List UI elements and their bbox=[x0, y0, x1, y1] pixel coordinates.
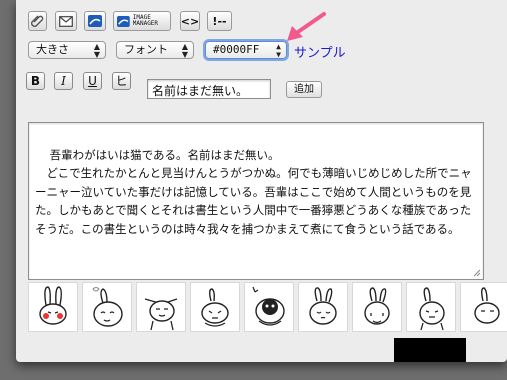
annotation-arrow-icon bbox=[287, 12, 326, 41]
stamp-6[interactable] bbox=[298, 282, 348, 332]
add-button-label: 追加 bbox=[294, 84, 314, 95]
code-label: <> bbox=[180, 14, 200, 28]
stamp-3[interactable] bbox=[136, 282, 186, 332]
stamp-strip bbox=[28, 282, 507, 334]
rabbit-stamp-icon bbox=[39, 286, 67, 325]
comment-label: !-- bbox=[212, 14, 227, 28]
underline-button[interactable]: U bbox=[83, 72, 102, 90]
rabbit-stamp-icon bbox=[201, 288, 229, 327]
text-input-value: 名前はまだ無い。 bbox=[152, 84, 249, 98]
stamp-9[interactable] bbox=[460, 282, 507, 332]
italic-label: I bbox=[61, 74, 66, 88]
rabbit-stamp-icon bbox=[364, 287, 390, 325]
mail-button[interactable] bbox=[55, 11, 77, 31]
resize-grip-icon[interactable] bbox=[473, 269, 481, 277]
rabbit-stamp-icon bbox=[474, 287, 500, 324]
stamp-8[interactable] bbox=[406, 282, 456, 332]
size-select[interactable]: 大きさ ▲ ▼ bbox=[28, 41, 106, 59]
strikethrough-button[interactable]: ヒ bbox=[112, 72, 131, 90]
stamp-4[interactable] bbox=[190, 282, 240, 332]
font-select-value: フォント bbox=[124, 43, 168, 56]
comment-button[interactable]: !-- bbox=[207, 11, 232, 31]
image-manager-icon bbox=[117, 15, 130, 27]
bold-button[interactable]: B bbox=[26, 72, 45, 90]
insert-image-button[interactable] bbox=[84, 11, 106, 31]
code-button[interactable]: <> bbox=[180, 11, 200, 31]
bold-label: B bbox=[30, 74, 41, 88]
strikethrough-label: ヒ bbox=[115, 74, 128, 88]
envelope-icon bbox=[59, 15, 73, 27]
size-select-value: 大きさ bbox=[36, 43, 69, 56]
rabbit-stamp-icon bbox=[252, 286, 285, 326]
editor-text: 吾輩わがはいは猫である。名前はまだ無い。 どこで生れたかとんと見当けんとうがつか… bbox=[35, 147, 472, 236]
stamp-1[interactable] bbox=[28, 282, 78, 332]
stamp-2[interactable] bbox=[82, 282, 132, 332]
attach-button[interactable] bbox=[28, 11, 47, 31]
editor-textarea[interactable]: 吾輩わがはいは猫である。名前はまだ無い。 どこで生れたかとんと見当けんとうがつか… bbox=[28, 122, 484, 280]
select-arrows-icon: ▲ ▼ bbox=[93, 42, 100, 59]
image-manager-label: IMAGE MANAGER bbox=[132, 14, 159, 27]
stamp-5[interactable] bbox=[244, 282, 294, 332]
select-arrows-icon: ▲ ▼ bbox=[181, 42, 188, 59]
dark-panel bbox=[394, 338, 466, 362]
rabbit-stamp-icon bbox=[144, 298, 178, 331]
stamp-7[interactable] bbox=[352, 282, 402, 332]
image-icon bbox=[88, 15, 102, 27]
italic-button[interactable]: I bbox=[54, 72, 73, 90]
font-select[interactable]: フォント ▲ ▼ bbox=[116, 41, 194, 59]
image-manager-button[interactable]: IMAGE MANAGER bbox=[113, 11, 171, 31]
text-input[interactable]: 名前はまだ無い。 bbox=[147, 79, 271, 99]
editor-window: IMAGE MANAGER <> !-- 大きさ ▲ ▼ フォント ▲ ▼ #000… bbox=[16, 0, 507, 362]
underline-label: U bbox=[88, 74, 97, 88]
add-button[interactable]: 追加 bbox=[286, 81, 322, 98]
rabbit-stamp-icon bbox=[419, 287, 445, 331]
color-select-value: #0000FF bbox=[213, 43, 260, 56]
rabbit-stamp-icon bbox=[92, 287, 123, 327]
paperclip-icon bbox=[30, 15, 43, 27]
rabbit-stamp-icon bbox=[309, 287, 337, 325]
